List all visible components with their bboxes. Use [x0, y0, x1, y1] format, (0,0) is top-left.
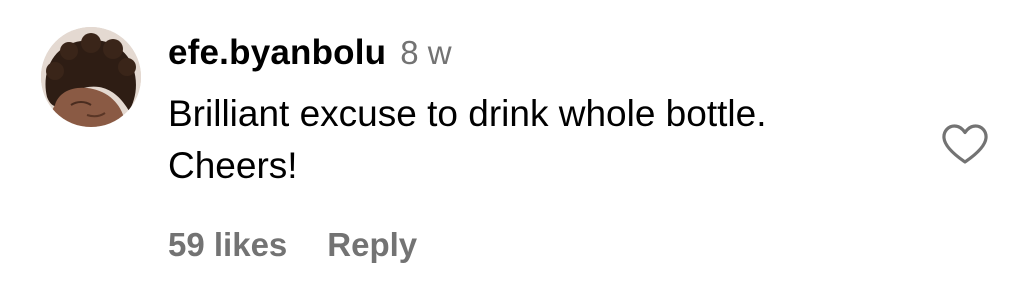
comment-item: efe.byanbolu 8 w Brilliant excuse to dri… [0, 0, 1024, 300]
comment-text: Brilliant excuse to drink whole bottle. … [168, 88, 928, 192]
avatar[interactable] [41, 27, 141, 127]
comment-text-line: Cheers! [168, 145, 298, 186]
reply-button[interactable]: Reply [327, 226, 417, 264]
comment-text-line: Brilliant excuse to drink whole bottle. [168, 93, 767, 134]
username-link[interactable]: efe.byanbolu [168, 33, 386, 73]
avatar-photo [41, 27, 141, 127]
likes-count-link[interactable]: 59 likes [168, 226, 287, 264]
comment-header: efe.byanbolu 8 w [168, 33, 452, 79]
comment-actions: 59 likes Reply [168, 226, 417, 270]
heart-outline-icon[interactable] [941, 123, 989, 165]
timestamp[interactable]: 8 w [400, 34, 451, 72]
